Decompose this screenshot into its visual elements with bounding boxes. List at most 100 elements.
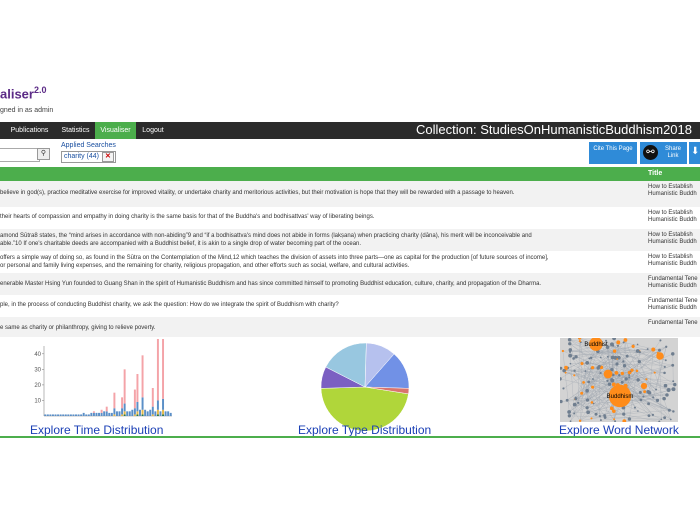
word-network-graph[interactable]: Buddhism Buddhist — [560, 338, 678, 422]
network-node — [585, 406, 589, 410]
search-button[interactable]: ⚲ — [37, 148, 50, 160]
bar-segment — [115, 411, 118, 416]
bar-segment — [100, 409, 103, 413]
bar-segment — [136, 374, 139, 402]
network-node — [574, 355, 578, 359]
network-node — [610, 378, 614, 382]
network-node — [637, 359, 641, 364]
network-node — [585, 398, 590, 402]
network-node — [592, 378, 594, 380]
network-node — [603, 414, 606, 417]
bar-segment — [100, 412, 103, 416]
network-hub-node — [603, 369, 613, 379]
table-row[interactable]: their hearts of compassion and empathy i… — [0, 207, 700, 229]
network-node — [630, 368, 634, 372]
network-node — [663, 416, 667, 420]
table-row[interactable]: ple, in the process of conducting Buddhi… — [0, 295, 700, 317]
remove-chip-icon[interactable]: ✕ — [102, 152, 114, 162]
bar-segment — [51, 414, 54, 416]
network-node — [645, 378, 648, 381]
network-node — [585, 360, 590, 365]
network-node — [635, 369, 639, 373]
bar-segment — [131, 409, 134, 416]
bar-segment — [118, 411, 121, 416]
network-hub-node — [640, 382, 648, 390]
cite-this-page-button[interactable]: Cite This Page — [589, 142, 637, 164]
type-distribution-pie[interactable] — [315, 337, 415, 437]
share-link-button[interactable]: ⚯ Share Link — [640, 142, 687, 164]
network-node — [628, 376, 631, 379]
network-node — [622, 341, 625, 344]
bar-segment — [162, 339, 165, 399]
table-row[interactable]: offers a simple way of doing so, as foun… — [0, 251, 700, 273]
table-row[interactable]: believe in god(s), practice meditative e… — [0, 181, 700, 207]
nav-publications[interactable]: Publications — [2, 122, 57, 139]
bar-segment — [82, 412, 85, 416]
network-node — [655, 398, 660, 403]
bar-segment — [123, 369, 126, 404]
bar-segment — [62, 414, 65, 416]
network-node — [573, 412, 576, 415]
network-node — [573, 374, 576, 377]
network-node — [598, 415, 601, 418]
network-node — [643, 390, 647, 394]
bar-segment — [75, 414, 77, 416]
network-node — [628, 374, 631, 376]
network-node — [562, 368, 566, 373]
explore-word-network-link[interactable]: Explore Word Network — [559, 423, 679, 437]
nav-visualiser[interactable]: Visualiser — [95, 122, 136, 139]
explore-type-distribution-link[interactable]: Explore Type Distribution — [298, 423, 431, 437]
network-hub-label: Buddhism — [607, 394, 634, 400]
bar-segment — [151, 414, 154, 416]
title-column-header[interactable]: Title — [648, 167, 662, 181]
network-node — [607, 382, 612, 386]
bar-segment — [141, 414, 144, 416]
table-row[interactable]: e same as charity or philanthropy, givin… — [0, 317, 700, 337]
bar-segment — [92, 412, 95, 416]
network-node — [671, 387, 676, 392]
bar-segment — [90, 412, 93, 416]
bar-segment — [151, 406, 154, 415]
search-input[interactable] — [0, 148, 40, 162]
network-node — [622, 364, 627, 368]
download-button[interactable]: ⬇ — [689, 142, 700, 164]
bar-segment — [98, 412, 101, 416]
network-node — [638, 390, 642, 394]
nav-logout[interactable]: Logout — [136, 122, 170, 139]
nav-statistics[interactable]: Statistics — [57, 122, 94, 139]
y-tick-label: 30 — [34, 367, 41, 373]
table-row[interactable]: enerable Master Hsing Yun founded to Gua… — [0, 273, 700, 295]
time-distribution-chart[interactable]: 40 30 20 10 — [30, 339, 190, 424]
network-node — [582, 380, 585, 384]
network-node — [569, 362, 572, 365]
bar-segment — [80, 414, 83, 416]
table-row[interactable]: amond Sūtra8 states, the “mind arises in… — [0, 229, 700, 251]
network-node — [585, 388, 589, 393]
network-node — [665, 393, 669, 397]
explore-time-distribution-link[interactable]: Explore Time Distribution — [30, 423, 163, 437]
network-node — [646, 348, 649, 350]
network-node — [663, 383, 668, 388]
network-node — [653, 371, 656, 374]
network-node — [642, 395, 645, 398]
network-node — [660, 418, 663, 421]
network-node — [599, 419, 602, 422]
bar-segment — [126, 411, 129, 416]
network-node — [638, 351, 641, 354]
network-node — [616, 358, 619, 360]
network-hub-label: Buddhist — [584, 342, 608, 348]
network-node — [578, 340, 582, 343]
bar-segment — [113, 414, 116, 416]
network-node — [659, 339, 662, 342]
bar-segment — [108, 412, 111, 416]
y-tick-label: 20 — [34, 383, 41, 389]
network-node — [663, 365, 666, 368]
collection-title: Collection: StudiesOnHumanisticBuddhism2… — [415, 122, 692, 137]
bar-segment — [72, 414, 75, 416]
bar-segment — [133, 389, 136, 409]
table-header: Title — [0, 167, 700, 181]
bar-segment — [85, 414, 88, 416]
network-node — [658, 348, 661, 352]
network-node — [663, 371, 666, 375]
y-tick-label: 10 — [34, 398, 41, 404]
